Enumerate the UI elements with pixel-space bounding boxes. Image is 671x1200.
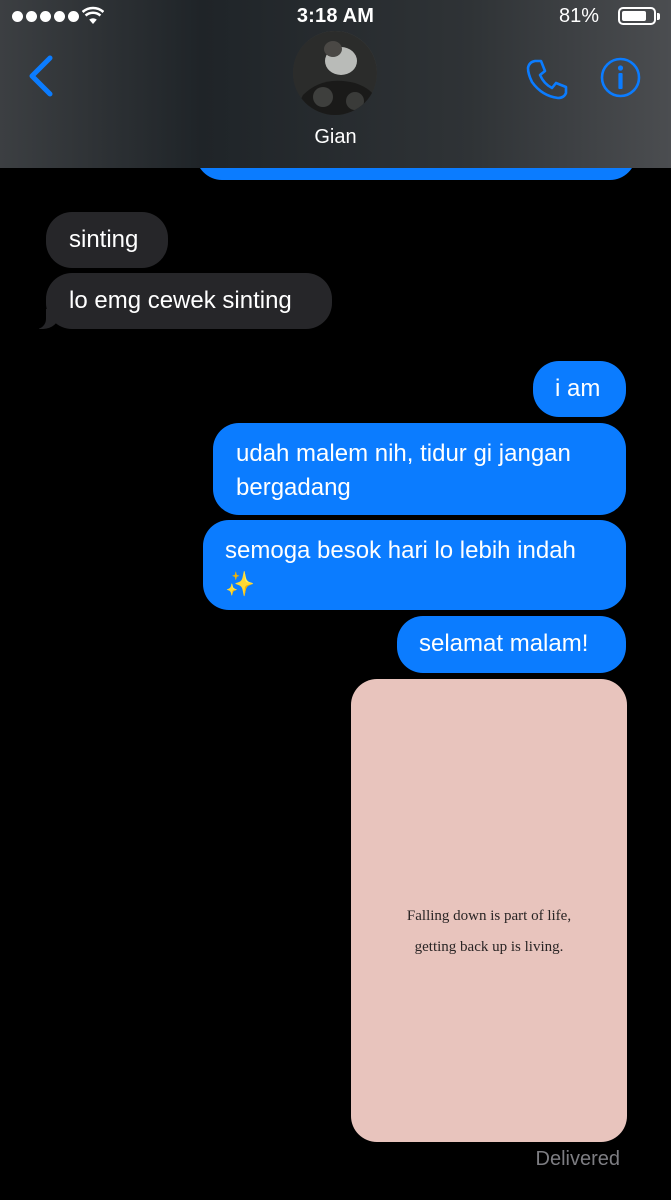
message-text: udah malem nih, tidur gi jangan bergadan… bbox=[236, 440, 571, 501]
received-message[interactable]: lo emg cewek sinting bbox=[34, 273, 332, 329]
phone-icon[interactable] bbox=[524, 56, 570, 102]
status-bar: 3:18 AM 81% bbox=[0, 0, 671, 34]
delivery-status: Delivered bbox=[535, 1148, 620, 1170]
image-message[interactable]: Falling down is part of life, getting ba… bbox=[351, 679, 627, 1142]
battery-level bbox=[622, 11, 647, 21]
message-text: sinting bbox=[69, 226, 139, 253]
messages-screen: 3:18 AM 81% Gian sinting lo emg cewek si… bbox=[0, 0, 671, 1200]
info-icon[interactable] bbox=[600, 57, 641, 98]
message-text: selamat malam! bbox=[419, 630, 589, 657]
sent-message[interactable]: selamat malam! bbox=[397, 616, 626, 673]
message-text: lo emg cewek sinting bbox=[69, 287, 292, 314]
sent-message[interactable]: udah malem nih, tidur gi jangan bergadan… bbox=[213, 423, 626, 515]
message-text: i am bbox=[555, 375, 601, 402]
contact-name[interactable]: Gian bbox=[0, 126, 671, 149]
message-text: semoga besok hari lo lebih indah ✨ bbox=[225, 537, 576, 598]
quote-line-2: getting back up is living. bbox=[414, 939, 564, 955]
sent-message[interactable]: semoga besok hari lo lebih indah ✨ bbox=[203, 520, 626, 610]
quote-line-1: Falling down is part of life, bbox=[406, 908, 572, 924]
image-quote: Falling down is part of life, getting ba… bbox=[351, 901, 627, 963]
contact-avatar[interactable] bbox=[293, 31, 377, 115]
avatar-photo bbox=[293, 31, 377, 115]
battery-percentage: 81% bbox=[558, 5, 599, 27]
battery-icon bbox=[618, 7, 660, 25]
conversation-header: 3:18 AM 81% Gian bbox=[0, 0, 671, 168]
back-chevron-icon[interactable] bbox=[22, 52, 62, 100]
sent-message[interactable]: i am bbox=[533, 361, 626, 417]
received-message[interactable]: sinting bbox=[46, 212, 168, 268]
